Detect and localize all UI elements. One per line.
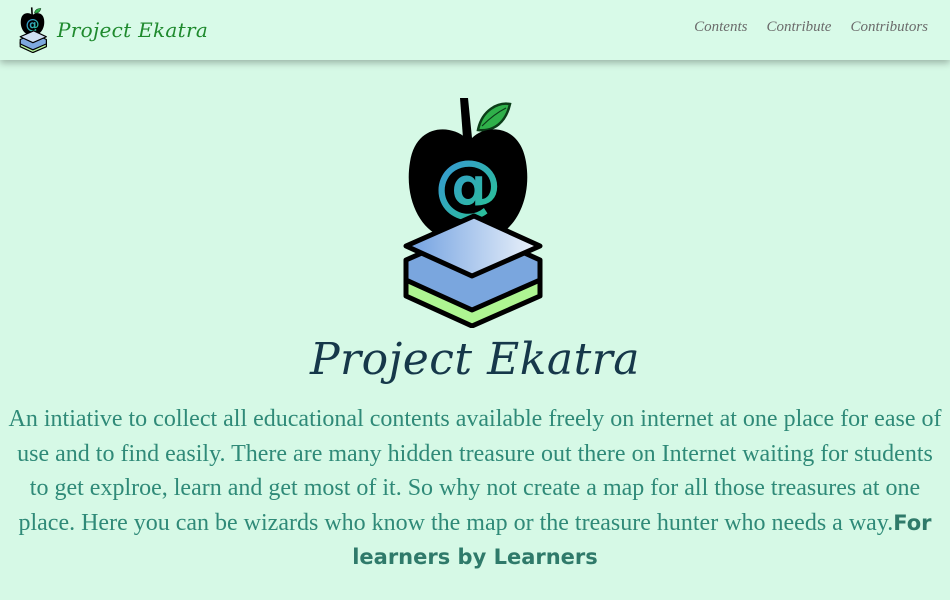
brand-logo-icon: @ (19, 7, 47, 53)
svg-text:@: @ (26, 17, 40, 33)
brand-name: Project Ekatra (57, 18, 209, 42)
nav-link-contributors[interactable]: Contributors (850, 19, 928, 36)
svg-text:@: @ (434, 146, 502, 225)
hero-title: Project Ekatra (309, 334, 641, 385)
hero-description: An intiative to collect all educational … (8, 402, 942, 575)
hero-logo-icon: @ (403, 98, 543, 328)
brand-link[interactable]: @ Project Ekatra (16, 6, 208, 54)
nav-links: Contents Contribute Contributors (694, 19, 928, 36)
nav-link-contribute[interactable]: Contribute (766, 19, 831, 36)
hero-description-text: An intiative to collect all educational … (8, 406, 942, 536)
nav-link-contents[interactable]: Contents (694, 19, 747, 36)
navbar: @ Project Ekatra Contents Contribute Con… (0, 0, 950, 60)
